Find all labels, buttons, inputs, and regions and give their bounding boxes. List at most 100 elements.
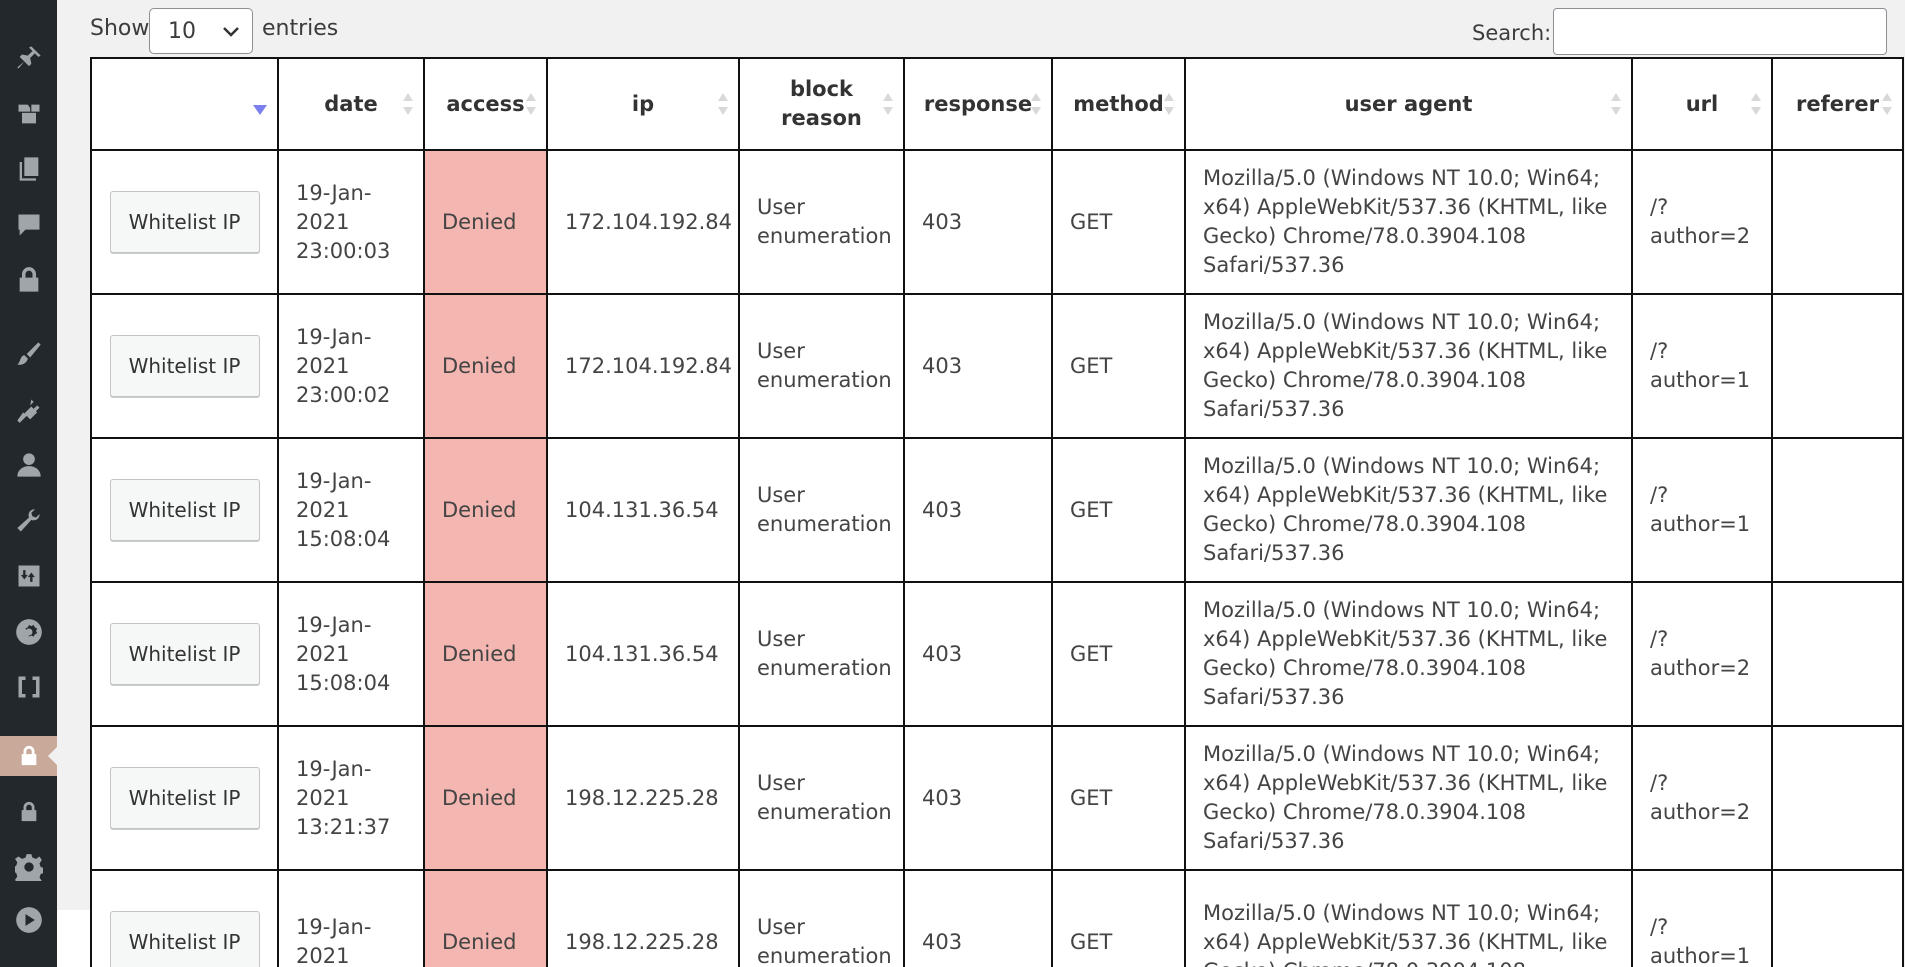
brackets-icon[interactable]: [0, 667, 57, 707]
users-icon[interactable]: [0, 445, 57, 485]
whitelist-ip-button[interactable]: Whitelist IP: [109, 767, 260, 829]
comments-icon[interactable]: [0, 205, 57, 245]
url-cell: /?author=2: [1631, 149, 1773, 295]
security-lock-icon[interactable]: [0, 736, 57, 776]
admin-sidebar: [0, 0, 57, 967]
lock-icon[interactable]: [0, 260, 57, 300]
url-cell: /?author=2: [1631, 725, 1773, 871]
user-agent-cell: Mozilla/5.0 (Windows NT 10.0; Win64; x64…: [1184, 149, 1633, 295]
chevron-down-icon: [223, 27, 239, 37]
ip-cell: 198.12.225.28: [546, 725, 740, 871]
entries-label: entries: [262, 16, 339, 41]
table-row: Whitelist IP 19-Jan-2021 23:00:03 Denied…: [90, 149, 1904, 295]
date-cell: 19-Jan-2021 15:08:04: [277, 437, 425, 583]
log-table: date access ip block reason response met…: [90, 57, 1904, 967]
entries-length-select[interactable]: 10: [149, 8, 253, 54]
method-cell: GET: [1051, 725, 1186, 871]
access-cell: Denied: [423, 869, 548, 967]
lock-icon[interactable]: [0, 792, 57, 832]
response-cell: 403: [903, 437, 1053, 583]
method-cell: GET: [1051, 437, 1186, 583]
sort-icon: [883, 93, 893, 115]
block-reason-cell: User enumeration: [738, 149, 905, 295]
url-cell: /?author=1: [1631, 293, 1773, 439]
block-reason-cell: User enumeration: [738, 869, 905, 967]
response-cell: 403: [903, 725, 1053, 871]
user-agent-cell: Mozilla/5.0 (Windows NT 10.0; Win64; x64…: [1184, 869, 1633, 967]
table-row: Whitelist IP 19-Jan-2021 Denied 198.12.2…: [90, 869, 1904, 967]
sort-icon: [718, 93, 728, 115]
whitelist-ip-button[interactable]: Whitelist IP: [109, 335, 260, 397]
method-cell: GET: [1051, 293, 1186, 439]
sort-icon: [1031, 93, 1041, 115]
date-cell: 19-Jan-2021 23:00:03: [277, 149, 425, 295]
actions-cell: Whitelist IP: [90, 725, 279, 871]
sort-icon: [1882, 93, 1892, 115]
block-reason-cell: User enumeration: [738, 437, 905, 583]
ip-cell: 172.104.192.84: [546, 293, 740, 439]
access-cell: Denied: [423, 149, 548, 295]
date-cell: 19-Jan-2021 15:08:04: [277, 581, 425, 727]
column-header-referer[interactable]: referer: [1771, 57, 1904, 151]
column-header-access[interactable]: access: [423, 57, 548, 151]
response-cell: 403: [903, 149, 1053, 295]
log-table-container: date access ip block reason response met…: [90, 57, 1905, 967]
sort-icon: [526, 93, 536, 115]
column-header-response[interactable]: response: [903, 57, 1053, 151]
access-cell: Denied: [423, 293, 548, 439]
sort-icon: [1751, 93, 1761, 115]
settings-gear-icon[interactable]: [0, 612, 57, 652]
whitelist-ip-button[interactable]: Whitelist IP: [109, 191, 260, 253]
access-cell: Denied: [423, 437, 548, 583]
ip-cell: 104.131.36.54: [546, 581, 740, 727]
tools-icon[interactable]: [0, 501, 57, 541]
entries-length-value: 10: [168, 19, 196, 44]
whitelist-ip-button[interactable]: Whitelist IP: [109, 479, 260, 541]
referer-cell: [1771, 869, 1904, 967]
actions-cell: Whitelist IP: [90, 149, 279, 295]
pages-icon[interactable]: [0, 149, 57, 189]
whitelist-ip-button[interactable]: Whitelist IP: [109, 623, 260, 685]
date-cell: 19-Jan-2021: [277, 869, 425, 967]
whitelist-ip-button[interactable]: Whitelist IP: [109, 911, 260, 967]
actions-cell: Whitelist IP: [90, 437, 279, 583]
column-header-block-reason[interactable]: block reason: [738, 57, 905, 151]
column-header-user-agent[interactable]: user agent: [1184, 57, 1633, 151]
ip-cell: 172.104.192.84: [546, 149, 740, 295]
column-header-date[interactable]: date: [277, 57, 425, 151]
sort-icon: [1164, 93, 1174, 115]
referer-cell: [1771, 293, 1904, 439]
sort-icon: [403, 93, 413, 115]
import-export-icon[interactable]: [0, 556, 57, 596]
media-icon[interactable]: [0, 94, 57, 134]
referer-cell: [1771, 437, 1904, 583]
appearance-icon[interactable]: [0, 334, 57, 374]
page-background-gap: [57, 910, 91, 967]
response-cell: 403: [903, 869, 1053, 967]
pin-icon[interactable]: [0, 38, 57, 78]
show-label: Show: [90, 16, 150, 41]
column-header-actions[interactable]: [90, 57, 279, 151]
table-row: Whitelist IP 19-Jan-2021 13:21:37 Denied…: [90, 725, 1904, 871]
column-header-ip[interactable]: ip: [546, 57, 740, 151]
user-agent-cell: Mozilla/5.0 (Windows NT 10.0; Win64; x64…: [1184, 581, 1633, 727]
plugins-icon[interactable]: [0, 390, 57, 430]
actions-cell: Whitelist IP: [90, 581, 279, 727]
search-input[interactable]: [1553, 8, 1887, 55]
url-cell: /?author=1: [1631, 869, 1773, 967]
sort-desc-icon: [253, 105, 267, 115]
table-header-row: date access ip block reason response met…: [90, 57, 1904, 151]
referer-cell: [1771, 725, 1904, 871]
search-label: Search:: [1472, 21, 1552, 45]
block-reason-cell: User enumeration: [738, 725, 905, 871]
method-cell: GET: [1051, 149, 1186, 295]
column-header-method[interactable]: method: [1051, 57, 1186, 151]
user-agent-cell: Mozilla/5.0 (Windows NT 10.0; Win64; x64…: [1184, 725, 1633, 871]
actions-cell: Whitelist IP: [90, 869, 279, 967]
column-header-url[interactable]: url: [1631, 57, 1773, 151]
block-reason-cell: User enumeration: [738, 581, 905, 727]
access-cell: Denied: [423, 725, 548, 871]
gear-icon[interactable]: [0, 847, 57, 887]
url-cell: /?author=1: [1631, 437, 1773, 583]
play-icon[interactable]: [0, 900, 57, 940]
